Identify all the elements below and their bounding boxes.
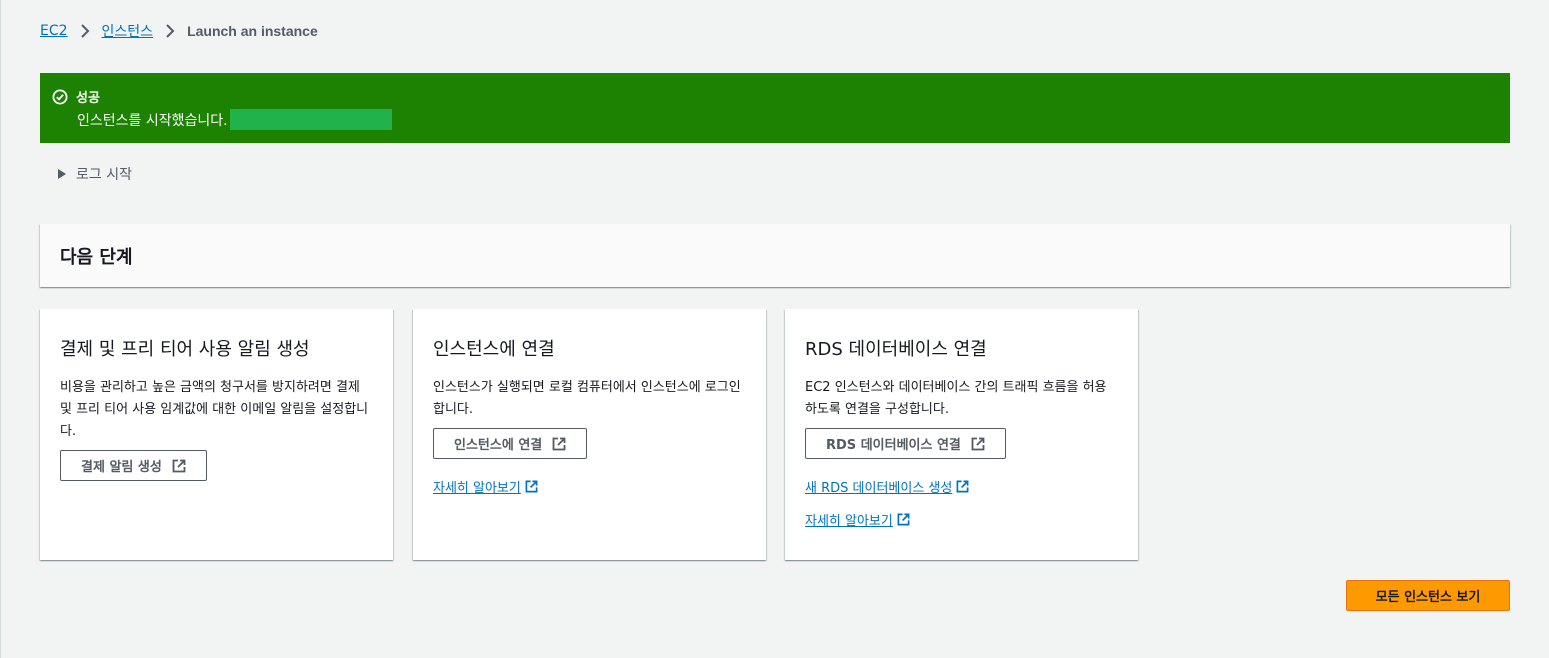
link-label: 자세히 알아보기: [805, 514, 893, 529]
link-row: 자세히 알아보기: [433, 477, 746, 496]
flash-title-row: 성공: [52, 87, 1498, 106]
external-link-icon: [172, 459, 186, 472]
breadcrumb-current: Launch an instance: [187, 23, 318, 39]
flash-message-row: 인스턴스를 시작했습니다.: [77, 109, 1498, 130]
create-rds-database-link[interactable]: 새 RDS 데이터베이스 생성: [805, 477, 969, 496]
card-title: RDS 데이터베이스 연결: [805, 339, 987, 360]
caret-right-icon: [58, 169, 66, 179]
card-title: 결제 및 프리 티어 사용 알림 생성: [60, 339, 310, 360]
billing-alert-card: 결제 및 프리 티어 사용 알림 생성 비용을 관리하고 높은 금액의 청구서를…: [40, 309, 393, 560]
next-steps-title: 다음 단계: [60, 246, 133, 268]
link-row: 새 RDS 데이터베이스 생성: [805, 477, 1118, 496]
create-billing-alert-button[interactable]: 결제 알림 생성: [60, 450, 207, 481]
check-circle-icon: [52, 89, 68, 104]
window-edge: [0, 0, 1, 658]
launch-log-label: 로그 시작: [76, 167, 132, 183]
connect-instance-card: 인스턴스에 연결 인스턴스가 실행되면 로컬 컴퓨터에서 인스턴스에 로그인합니…: [413, 309, 766, 560]
button-label: 인스턴스에 연결: [454, 438, 543, 453]
card-description: 비용을 관리하고 높은 금액의 청구서를 방지하려면 결제 및 프리 티어 사용…: [60, 380, 369, 439]
external-link-icon: [552, 437, 566, 450]
button-label: RDS 데이터베이스 연결: [826, 438, 961, 453]
learn-more-link[interactable]: 자세히 알아보기: [433, 477, 538, 496]
link-row: 자세히 알아보기: [805, 510, 1118, 529]
breadcrumb-ec2[interactable]: EC2: [40, 23, 68, 39]
chevron-right-icon: [80, 24, 90, 38]
view-all-instances-button[interactable]: 모든 인스턴스 보기: [1346, 580, 1510, 611]
breadcrumb: EC2 인스턴스 Launch an instance: [40, 20, 318, 42]
chevron-right-icon: [165, 24, 175, 38]
card-title: 인스턴스에 연결: [433, 339, 555, 360]
redacted-instance-id: [229, 109, 392, 130]
next-steps-header: 다음 단계: [40, 224, 1510, 287]
breadcrumb-instances[interactable]: 인스턴스: [102, 21, 154, 41]
connect-instance-button[interactable]: 인스턴스에 연결: [433, 428, 588, 459]
external-link-icon: [971, 437, 985, 450]
card-description: EC2 인스턴스와 데이터베이스 간의 트래픽 흐름을 허용하도록 연결을 구성…: [805, 380, 1107, 417]
flash-title: 성공: [76, 91, 100, 106]
card-description: 인스턴스가 실행되면 로컬 컴퓨터에서 인스턴스에 로그인합니다.: [433, 380, 741, 417]
external-link-icon: [897, 513, 910, 526]
learn-more-link[interactable]: 자세히 알아보기: [805, 510, 910, 529]
external-link-icon: [525, 480, 538, 493]
flash-message: 인스턴스를 시작했습니다.: [77, 112, 228, 129]
link-label: 자세히 알아보기: [433, 481, 521, 496]
launch-log-toggle[interactable]: 로그 시작: [58, 164, 132, 184]
rds-connect-card: RDS 데이터베이스 연결 EC2 인스턴스와 데이터베이스 간의 트래픽 흐름…: [785, 309, 1138, 560]
link-label: 새 RDS 데이터베이스 생성: [805, 481, 953, 496]
success-flash: 성공 인스턴스를 시작했습니다.: [40, 73, 1510, 143]
button-label: 결제 알림 생성: [81, 460, 162, 475]
external-link-icon: [956, 480, 969, 493]
connect-rds-button[interactable]: RDS 데이터베이스 연결: [805, 428, 1006, 459]
